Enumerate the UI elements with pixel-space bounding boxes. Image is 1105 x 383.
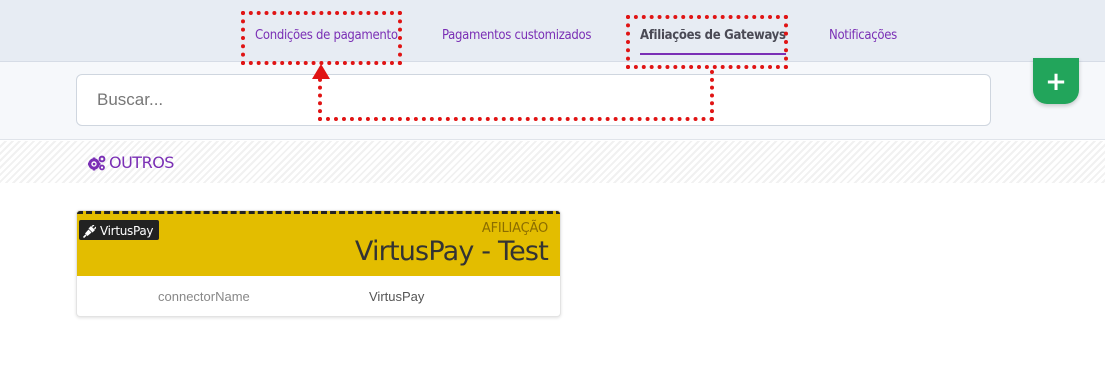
card-name: VirtusPay - Test: [354, 236, 549, 267]
card-field-row: connectorName VirtusPay: [77, 276, 560, 316]
plus-icon: +: [1045, 67, 1067, 97]
field-value: VirtusPay: [369, 289, 425, 304]
tab-bar: Condições de pagamento Pagamentos custom…: [0, 0, 1105, 62]
section-title: OUTROS: [88, 153, 174, 172]
tab-notificacoes[interactable]: Notificações: [829, 28, 897, 43]
tab-afiliacoes-de-gateways[interactable]: Afiliações de Gateways: [640, 28, 786, 55]
card-type: AFILIAÇÃO: [481, 221, 548, 236]
section-title-label: OUTROS: [109, 153, 174, 172]
tab-pagamentos-customizados[interactable]: Pagamentos customizados: [442, 28, 591, 43]
gears-icon: [88, 155, 106, 170]
annotation-arrow-icon: [312, 64, 330, 79]
search-bar: [0, 62, 1105, 140]
card-header: VirtusPay AFILIAÇÃO VirtusPay - Test: [77, 211, 560, 276]
connector-badge: VirtusPay: [79, 220, 160, 240]
gateway-affiliation-card[interactable]: VirtusPay AFILIAÇÃO VirtusPay - Test con…: [76, 210, 561, 317]
tab-condicoes-de-pagamento[interactable]: Condições de pagamento: [255, 28, 398, 43]
field-key: connectorName: [158, 289, 250, 304]
plug-icon: [83, 224, 96, 238]
search-input[interactable]: [76, 74, 991, 126]
connector-badge-label: VirtusPay: [100, 224, 154, 238]
add-button[interactable]: +: [1033, 58, 1079, 104]
